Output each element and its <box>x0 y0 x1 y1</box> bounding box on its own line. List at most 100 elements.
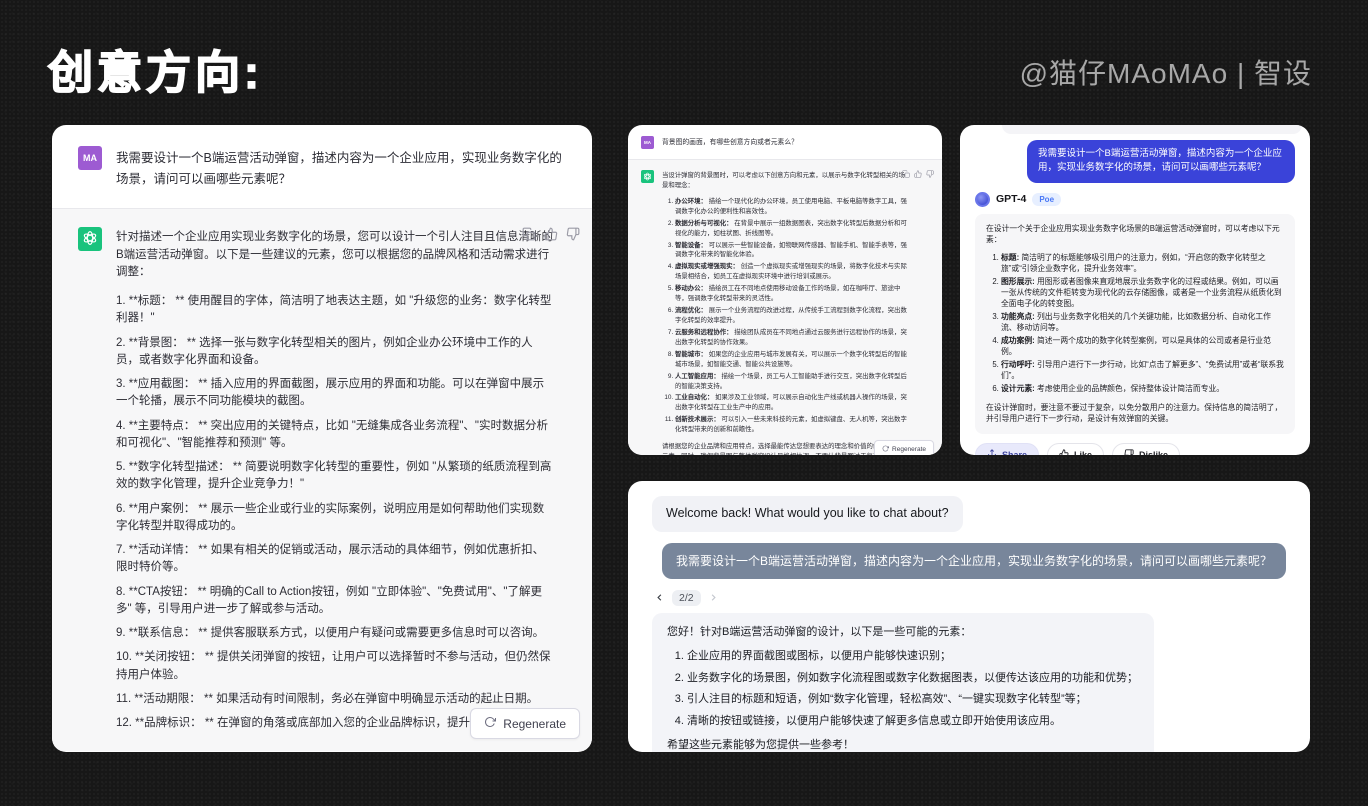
author-credit: @猫仔MAoMAo | 智设 <box>1020 52 1312 92</box>
poe-badge[interactable]: Poe <box>1032 193 1061 206</box>
user-message-row: 我需要设计一个B端运营活动弹窗，描述内容为一个企业应用，实现业务数字化的场景，请… <box>975 140 1295 183</box>
thumbs-down-icon[interactable] <box>566 227 580 241</box>
list-item: 工业自动化： 如果涉及工业领域，可以展示自动化生产线或机器人操作的场景，突出数字… <box>675 393 910 413</box>
user-message-row: 我需要设计一个B端运营活动弹窗，描述内容为一个企业应用，实现业务数字化的场景，请… <box>652 543 1286 579</box>
regenerate-label: Regenerate <box>503 717 566 731</box>
welcome-message-bubble: Welcome back! What would you like to cha… <box>652 496 963 532</box>
like-label: Like <box>1074 450 1092 456</box>
share-label: Share <box>1002 450 1027 456</box>
regenerate-button[interactable]: Regenerate <box>874 440 934 455</box>
regenerate-icon <box>484 716 496 731</box>
user-message-text: 我需要设计一个B端运营活动弹窗，描述内容为一个企业应用，实现业务数字化的场景，请… <box>116 146 566 189</box>
list-item: 流程优化： 展示一个业务流程的改进过程，从传统手工流程到数字化流程，突出数字化转… <box>675 306 910 326</box>
regenerate-icon <box>882 445 889 454</box>
list-item: 智能设备： 可以展示一些智能设备，如物联网传感器、智能手机、智能手表等，强调数字… <box>675 241 910 261</box>
list-item: 8. **CTA按钮： ** 明确的Call to Action按钮，例如 "立… <box>116 584 554 619</box>
assistant-intro: 当设计弹窗的背景图时，可以考虑以下创意方向和元素，以展示与数字化转型相关的场景和… <box>662 171 910 191</box>
list-item: 企业应用的界面截图或图标，以便用户能够快速识别； <box>687 648 1139 665</box>
user-message-bubble: 我需要设计一个B端运营活动弹窗，描述内容为一个企业应用，实现业务数字化的场景，请… <box>662 543 1286 579</box>
chevron-left-icon[interactable] <box>652 590 667 605</box>
idea-list: 办公环境： 描绘一个现代化的办公环境，员工使用电脑、平板电脑等数字工具，强调数字… <box>662 197 910 435</box>
thumbs-up-icon[interactable] <box>544 227 558 241</box>
regenerate-button[interactable]: Regenerate <box>470 708 580 739</box>
list-item: 11. **活动期限： ** 如果活动有时间限制，务必在弹窗中明确显示活动的起止… <box>116 691 554 708</box>
message-actions: Share Like Dislike <box>975 443 1295 456</box>
user-avatar: MA <box>641 136 654 149</box>
list-item: 成功案例: 简述一两个成功的数字化转型案例，可以是具体的公司或者是行业范例。 <box>1001 335 1284 357</box>
share-button[interactable]: Share <box>975 443 1039 456</box>
like-button[interactable]: Like <box>1047 443 1104 456</box>
user-message-bubble: 我需要设计一个B端运营活动弹窗，描述内容为一个企业应用，实现业务数字化的场景，请… <box>1027 140 1295 183</box>
dislike-label: Dislike <box>1139 450 1168 456</box>
regenerate-label: Regenerate <box>892 446 926 453</box>
reply-intro: 您好！针对B端运营活动弹窗的设计，以下是一些可能的元素： <box>667 624 1139 641</box>
bot-message-row: Welcome back! What would you like to cha… <box>652 496 1286 532</box>
list-item: 3. **应用截图： ** 插入应用的界面截图，展示应用的界面和功能。可以在弹窗… <box>116 376 554 411</box>
thumbs-down-icon <box>1124 449 1134 456</box>
gpt4-avatar <box>975 192 990 207</box>
chatgpt-background-ideas-panel: MA 背景图的画面，有哪些创意方向或者元素么？ <box>628 125 942 455</box>
message-actions <box>522 227 580 241</box>
list-item: 办公环境： 描绘一个现代化的办公环境，员工使用电脑、平板电脑等数字工具，强调数字… <box>675 197 910 217</box>
list-item: 引人注目的标题和短语，例如“数字化管理，轻松高效”、“一键实现数字化转型”等； <box>687 691 1139 708</box>
user-message-row: MA 背景图的画面，有哪些创意方向或者元素么？ <box>628 125 942 159</box>
chevron-right-icon[interactable] <box>706 590 721 605</box>
list-item: 清晰的按钮或链接，以便用户能够快速了解更多信息或立即开始使用该应用。 <box>687 713 1139 730</box>
list-item: 4. **主要特点： ** 突出应用的关键特点，比如 "无缝集成各业务流程"、"… <box>116 418 554 453</box>
list-item: 7. **活动详情： ** 如果有相关的促销或活动，展示活动的具体细节，例如优惠… <box>116 542 554 577</box>
thumbs-down-icon[interactable] <box>926 170 934 178</box>
message-actions <box>902 170 934 178</box>
reply-outro: 希望这些元素能够为您提供一些参考！ <box>667 737 1139 752</box>
chatgpt-avatar <box>78 227 102 251</box>
page-count: 2/2 <box>672 590 701 606</box>
user-message-text: 背景图的画面，有哪些创意方向或者元素么？ <box>662 136 798 149</box>
poe-gpt4-panel: 我需要设计一个B端运营活动弹窗，描述内容为一个企业应用，实现业务数字化的场景，请… <box>960 125 1310 455</box>
list-item: 标题: 简洁明了的标题能够吸引用户的注意力，例如，“开启您的数字化转型之旅”或“… <box>1001 252 1284 274</box>
assistant-message-text: 针对描述一个企业应用实现业务数字化的场景，您可以设计一个引人注目且信息清晰的B端… <box>116 227 554 739</box>
dislike-button[interactable]: Dislike <box>1112 443 1180 456</box>
chatgpt-avatar <box>641 170 654 183</box>
assistant-intro: 针对描述一个企业应用实现业务数字化的场景，您可以设计一个引人注目且信息清晰的B端… <box>116 229 554 281</box>
bot-message-bubble: 在设计一个关于企业应用实现业务数字化场景的B端运营活动弹窗时，可以考虑以下元素：… <box>975 214 1295 434</box>
list-item: 移动办公： 描绘员工在不同地点使用移动设备工作的场景，如在咖啡厅、旅途中等，强调… <box>675 284 910 304</box>
thumbs-up-icon <box>1059 449 1069 456</box>
list-item: 功能亮点: 列出与业务数字化相关的几个关键功能，比如数据分析、自动化工作流、移动… <box>1001 311 1284 333</box>
response-pagination: 2/2 <box>652 590 1286 606</box>
bot-reply-bubble: 您好！针对B端运营活动弹窗的设计，以下是一些可能的元素： 企业应用的界面截图或图… <box>652 613 1154 753</box>
user-message-row: MA 我需要设计一个B端运营活动弹窗，描述内容为一个企业应用，实现业务数字化的场… <box>52 125 592 208</box>
bot-name: GPT-4 <box>996 193 1026 205</box>
list-item: 5. **数字化转型描述： ** 简要说明数字化转型的重要性，例如 "从繁琐的纸… <box>116 459 554 494</box>
list-item: 行动呼吁: 引导用户进行下一步行动，比如“点击了解更多”、“免费试用”或者“联系… <box>1001 359 1284 381</box>
chatgpt-conversation-panel: MA 我需要设计一个B端运营活动弹窗，描述内容为一个企业应用，实现业务数字化的场… <box>52 125 592 752</box>
list-item: 云服务和远程协作： 描绘团队成员在不同地点通过云服务进行远程协作的场景，突出数字… <box>675 328 910 348</box>
slide-canvas: 创意方向: @猫仔MAoMAo | 智设 MA 我需要设计一个B端运营活动弹窗，… <box>0 0 1368 806</box>
list-item: 1. **标题： ** 使用醒目的字体，简洁明了地表达主题，如 "升级您的业务：… <box>116 293 554 328</box>
bot-intro: 在设计一个关于企业应用实现业务数字化场景的B端运营活动弹窗时，可以考虑以下元素： <box>986 223 1284 245</box>
list-item: 数据分析与可视化： 在背景中展示一组数据图表，突出数字化转型后数据分析和可视化的… <box>675 219 910 239</box>
assistant-message-row: 当设计弹窗的背景图时，可以考虑以下创意方向和元素，以展示与数字化转型相关的场景和… <box>628 159 942 455</box>
chat-panel-bottom: Welcome back! What would you like to cha… <box>628 481 1310 752</box>
list-item: 虚拟现实或增强现实： 创造一个虚拟现实或增强现实的场景，将数字化技术与实际场景相… <box>675 262 910 282</box>
bot-outro: 在设计弹窗时，要注意不要过于复杂，以免分散用户的注意力。保持信息的简洁明了，并引… <box>986 402 1284 424</box>
page-title: 创意方向: <box>48 36 263 101</box>
list-item: 9. **联系信息： ** 提供客服联系方式，以便用户有疑问或需要更多信息时可以… <box>116 625 554 642</box>
thumbs-up-icon[interactable] <box>914 170 922 178</box>
previous-message-cutoff <box>1002 125 1302 134</box>
list-item: 6. **用户案例： ** 展示一些企业或行业的实际案例，说明应用是如何帮助他们… <box>116 501 554 536</box>
list-item: 人工智能应用： 描绘一个场景，员工与人工智能助手进行交互，突出数字化转型后的智能… <box>675 372 910 392</box>
share-icon <box>987 449 997 456</box>
list-item: 智能城市： 如果您的企业应用与城市发展有关，可以展示一个数字化转型后的智能城市场… <box>675 350 910 370</box>
list-item: 创新技术展示： 可以引入一些未来科技的元素，如虚拟键盘、无人机等，突出数字化转型… <box>675 415 910 435</box>
assistant-outro: 请根据您的企业品牌和应用特点，选择最能传达您想要表达的理念和价值的创意方向和元素… <box>662 442 910 455</box>
suggestion-list: 1. **标题： ** 使用醒目的字体，简洁明了地表达主题，如 "升级您的业务：… <box>116 293 554 732</box>
copy-icon[interactable] <box>522 227 536 241</box>
user-avatar: MA <box>78 146 102 170</box>
list-item: 设计元素: 考虑使用企业的品牌颜色，保持整体设计简洁而专业。 <box>1001 383 1284 394</box>
assistant-message-row: 针对描述一个企业应用实现业务数字化的场景，您可以设计一个引人注目且信息清晰的B端… <box>52 208 592 751</box>
bot-header: GPT-4 Poe <box>975 192 1295 207</box>
element-list: 标题: 简洁明了的标题能够吸引用户的注意力，例如，“开启您的数字化转型之旅”或“… <box>986 252 1284 395</box>
copy-icon[interactable] <box>902 170 910 178</box>
list-item: 业务数字化的场景图，例如数字化流程图或数字化数据图表，以便传达该应用的功能和优势… <box>687 670 1139 687</box>
list-item: 10. **关闭按钮： ** 提供关闭弹窗的按钮，让用户可以选择暂时不参与活动，… <box>116 649 554 684</box>
list-item: 2. **背景图： ** 选择一张与数字化转型相关的图片，例如企业办公环境中工作… <box>116 335 554 370</box>
